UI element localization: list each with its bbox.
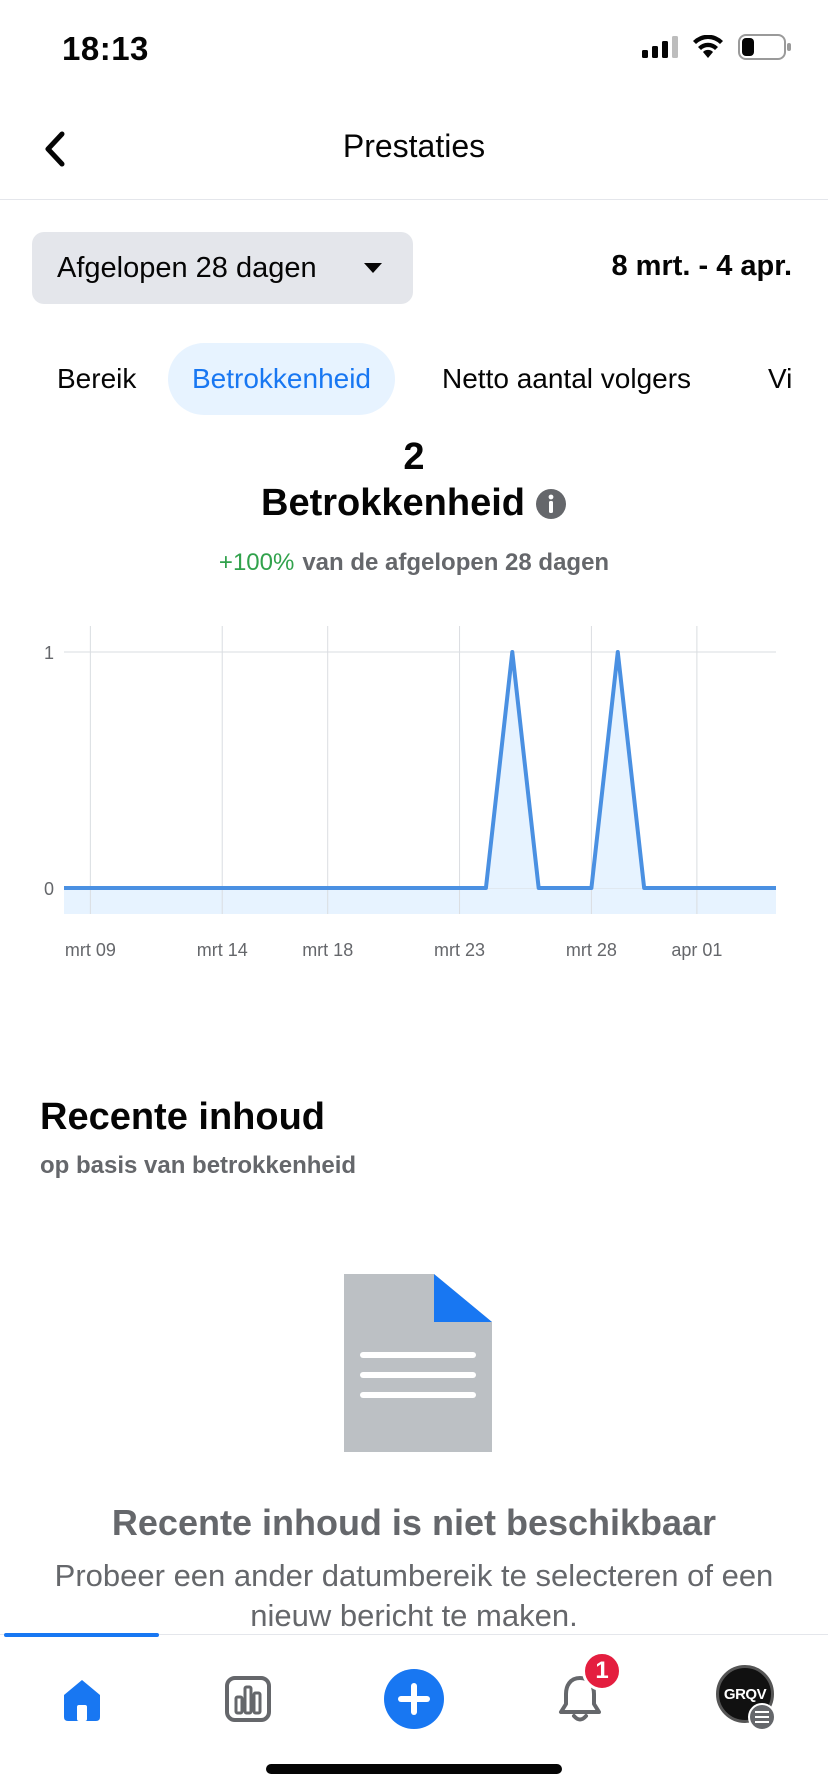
document-icon bbox=[344, 1274, 492, 1452]
chart-x-tick-label: mrt 23 bbox=[434, 940, 485, 960]
metric-change-text: van de afgelopen 28 dagen bbox=[302, 549, 610, 576]
status-bar: 18:13 bbox=[0, 0, 828, 100]
tab-vi[interactable]: Vi bbox=[768, 343, 792, 415]
metric-tabs: Bereik Betrokkenheid Netto aantal volger… bbox=[0, 343, 828, 415]
date-range-text: 8 mrt. - 4 apr. bbox=[611, 250, 792, 282]
notification-badge: 1 bbox=[582, 1651, 622, 1691]
date-range-dropdown-label: Afgelopen 28 dagen bbox=[57, 251, 317, 284]
chart-x-tick-label: mrt 14 bbox=[197, 940, 248, 960]
metric-comparison: +100% van de afgelopen 28 dagen bbox=[0, 549, 828, 577]
metric-value: 2 bbox=[403, 436, 425, 478]
chart-x-tick-label: mrt 09 bbox=[65, 940, 116, 960]
engagement-chart: 0 1 mrt 09 mrt 14 mrt 18 mrt 23 mrt 28 apr 01 bbox=[44, 626, 776, 960]
chart-series-line bbox=[64, 650, 776, 890]
home-indicator bbox=[266, 1764, 562, 1774]
tab-insights[interactable] bbox=[208, 1659, 288, 1739]
insights-icon bbox=[225, 1676, 271, 1722]
chart-x-tick-label: apr 01 bbox=[671, 940, 722, 960]
metric-label-row: Betrokkenheid bbox=[0, 482, 828, 525]
chart-y-tick-label: 0 bbox=[44, 879, 54, 899]
chart-area bbox=[64, 652, 776, 888]
create-icon bbox=[384, 1669, 444, 1729]
battery-icon bbox=[738, 34, 791, 60]
chart-y-tick-label: 1 bbox=[44, 643, 54, 663]
status-icons bbox=[642, 34, 792, 60]
home-icon bbox=[64, 1680, 100, 1721]
status-time: 18:13 bbox=[62, 30, 149, 67]
menu-icon bbox=[748, 1703, 776, 1731]
tab-betrokkenheid[interactable]: Betrokkenheid bbox=[168, 343, 396, 415]
metric-label: Betrokkenheid bbox=[261, 482, 525, 524]
empty-state-title: Recente inhoud is niet beschikbaar bbox=[111, 1502, 717, 1543]
chart-x-tick-label: mrt 28 bbox=[566, 940, 617, 960]
wifi-icon bbox=[693, 35, 723, 58]
active-tab-indicator bbox=[4, 1633, 159, 1637]
tab-create[interactable] bbox=[374, 1659, 454, 1739]
date-range-dropdown[interactable]: Afgelopen 28 dagen bbox=[32, 232, 413, 304]
tab-netto-aantal-volgers[interactable]: Netto aantal volgers bbox=[442, 343, 691, 415]
recent-content-title: Recente inhoud bbox=[40, 1096, 326, 1138]
recent-content-subtitle: op basis van betrokkenheid bbox=[40, 1152, 357, 1179]
chart-baseline-band bbox=[64, 888, 776, 914]
chart-x-tick-label: mrt 18 bbox=[302, 940, 353, 960]
page-title: Prestaties bbox=[342, 128, 486, 164]
caret-down-icon bbox=[364, 263, 382, 273]
signal-icon bbox=[642, 36, 678, 58]
metric-change: +100% bbox=[218, 549, 295, 576]
empty-state-description: Probeer een ander datumbereik te selecte… bbox=[54, 1558, 774, 1633]
tab-bereik[interactable]: Bereik bbox=[57, 343, 136, 415]
tab-home[interactable] bbox=[42, 1659, 122, 1739]
nav-header: Prestaties bbox=[0, 100, 828, 200]
info-icon[interactable] bbox=[535, 488, 567, 520]
